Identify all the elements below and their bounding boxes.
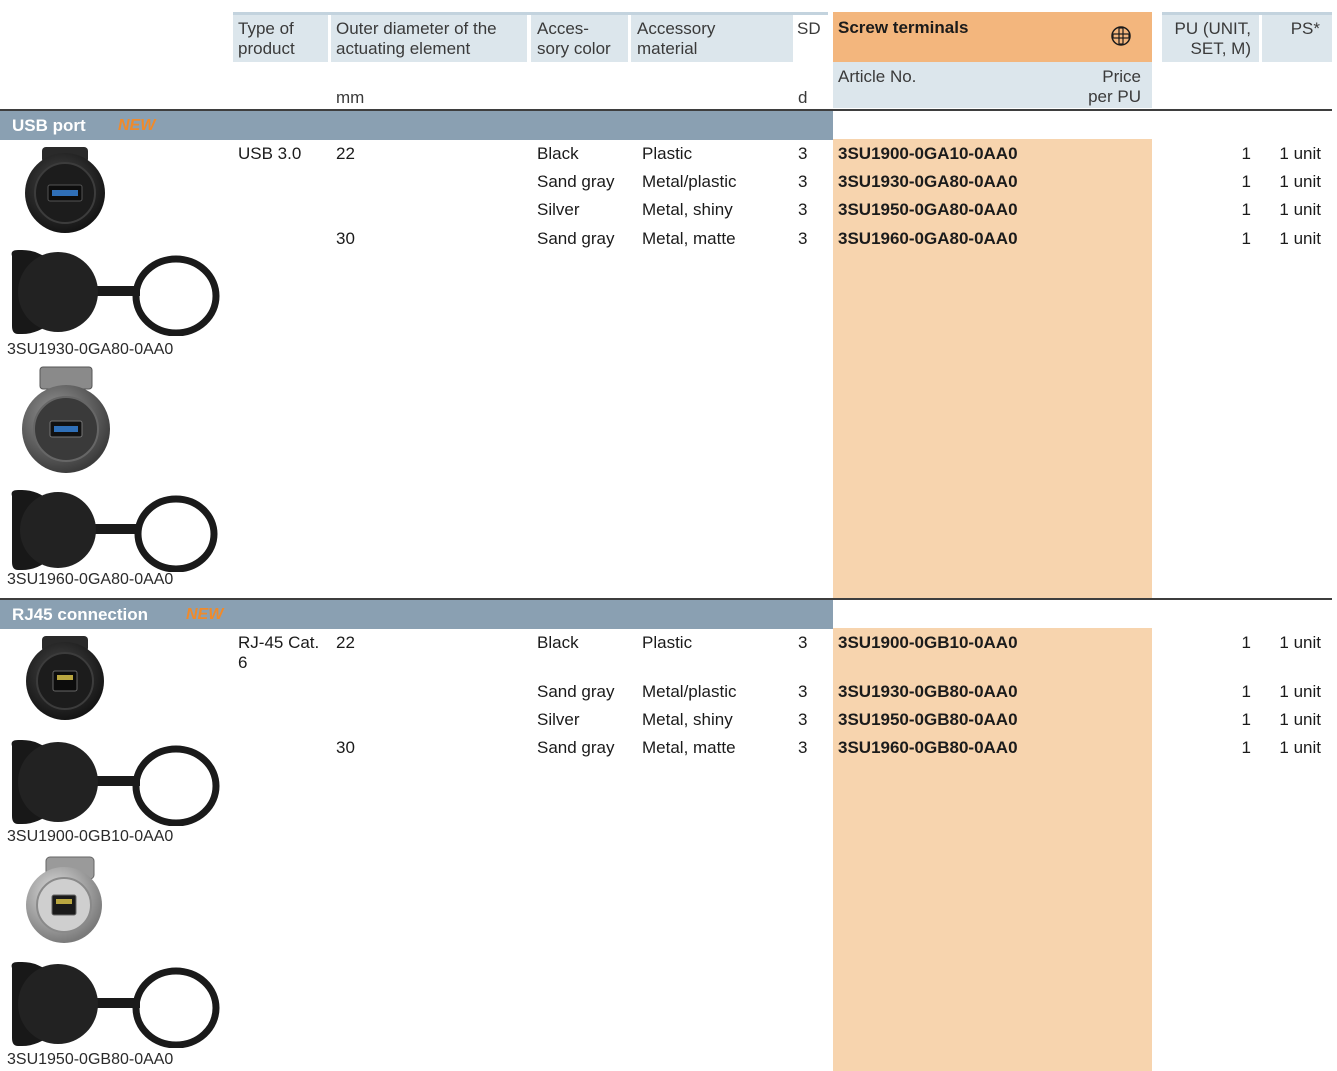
protective-cap-image [11,962,220,1048]
pu-cell: 1 [1241,710,1251,729]
color-cell: Silver [537,710,580,729]
type-cell: 6 [238,653,248,672]
new-badge: NEW [118,117,156,134]
sd-cell: 3 [798,172,808,191]
article-number[interactable]: 3SU1930-0GB80-0AA0 [838,682,1018,702]
sd-cell: 3 [798,200,808,219]
rj45-port-black-image [26,636,104,720]
article-number[interactable]: 3SU1960-0GA80-0AA0 [838,229,1018,249]
protective-cap-image [11,250,220,336]
diameter-cell: 22 [336,633,355,652]
diameter-cell: 30 [336,229,355,248]
usb-port-black-image [25,147,105,233]
pu-cell: 1 [1241,738,1251,757]
header-sd-unit: d [798,88,808,107]
product-caption: 3SU1950-0GB80-0AA0 [7,1051,174,1068]
material-cell: Plastic [642,144,693,163]
color-cell: Silver [537,200,580,219]
color-cell: Sand gray [537,738,615,757]
pu-cell: 1 [1241,172,1251,191]
diameter-cell: 30 [336,738,355,757]
ps-cell: 1 unit [1279,710,1321,729]
ps-cell: 1 unit [1279,200,1321,219]
material-cell: Metal/plastic [642,172,737,191]
header-type-of-product: Type of product [238,19,295,58]
section-title: USB port [12,116,86,135]
ps-cell: 1 unit [1279,738,1321,757]
type-cell: RJ-45 Cat. [238,633,320,652]
pu-cell: 1 [1241,682,1251,701]
ps-cell: 1 unit [1279,144,1321,163]
sd-cell: 3 [798,633,808,652]
ps-cell: 1 unit [1279,682,1321,701]
pu-cell: 1 [1241,144,1251,163]
material-cell: Metal/plastic [642,682,737,701]
article-number[interactable]: 3SU1960-0GB80-0AA0 [838,738,1018,758]
diameter-cell: 22 [336,144,355,163]
ps-cell: 1 unit [1279,172,1321,191]
sd-cell: 3 [798,738,808,757]
material-cell: Plastic [642,633,693,652]
product-caption: 3SU1900-0GB10-0AA0 [7,828,174,845]
header-ps: PS* [1290,19,1320,38]
header-price: Price per PU [1088,67,1141,106]
product-caption: 3SU1960-0GA80-0AA0 [7,571,174,588]
sd-cell: 3 [798,710,808,729]
sd-cell: 3 [798,682,808,701]
material-cell: Metal, matte [642,738,736,757]
product-caption: 3SU1930-0GA80-0AA0 [7,341,174,358]
pu-cell: 1 [1241,229,1251,248]
article-number[interactable]: 3SU1900-0GB10-0AA0 [838,633,1018,653]
header-pu: PU (UNIT, SET, M) [1174,19,1252,58]
pu-cell: 1 [1241,633,1251,652]
color-cell: Sand gray [537,682,615,701]
material-cell: Metal, shiny [642,200,733,219]
protective-cap-image [11,490,218,572]
rj45-port-metal-image [26,856,102,943]
material-cell: Metal, matte [642,229,736,248]
header-screw-terminals: Screw terminals [838,18,969,37]
new-badge: NEW [186,606,224,623]
screw-terminal-icon [1111,26,1131,46]
sd-cell: 3 [798,229,808,248]
header-article-no: Article No. [838,67,917,86]
section-title: RJ45 connection [12,605,149,624]
usb-port-metal-image [22,366,110,473]
color-cell: Black [537,144,579,163]
header-sd: SD [797,19,821,38]
type-cell: USB 3.0 [238,144,302,163]
sd-cell: 3 [798,144,808,163]
article-number[interactable]: 3SU1950-0GA80-0AA0 [838,200,1018,220]
protective-cap-image [11,740,220,826]
ps-cell: 1 unit [1279,633,1321,652]
color-cell: Sand gray [537,172,615,191]
pu-cell: 1 [1241,200,1251,219]
color-cell: Sand gray [537,229,615,248]
header-outer-diameter-unit: mm [336,88,365,107]
ps-cell: 1 unit [1279,229,1321,248]
article-number[interactable]: 3SU1930-0GA80-0AA0 [838,172,1018,192]
header-outer-diameter: Outer diameter of the actuating element [336,19,497,58]
color-cell: Black [537,633,579,652]
header-accessory-material: Accessory material [637,19,716,58]
article-number[interactable]: 3SU1950-0GB80-0AA0 [838,710,1018,730]
material-cell: Metal, shiny [642,710,733,729]
header-accessory-color: Acces-sory color [537,19,611,58]
article-number[interactable]: 3SU1900-0GA10-0AA0 [838,144,1018,164]
